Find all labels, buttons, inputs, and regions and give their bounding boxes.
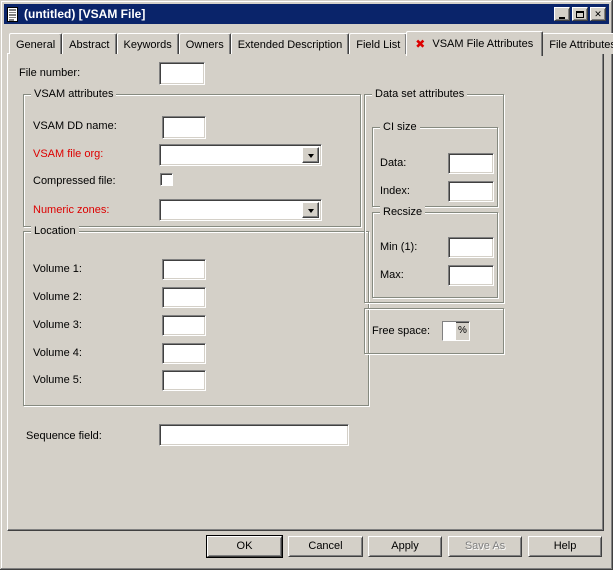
ci-size-group-title: CI size [380,121,420,134]
help-button[interactable]: Help [528,536,602,557]
location-group: Location Volume 1: Volume 2: Volume 3: V… [23,231,369,406]
vsam-file-org-dropdown-button[interactable] [302,147,319,163]
file-number-input[interactable] [159,62,205,85]
chevron-down-icon [308,154,314,158]
ci-size-index-label: Index: [380,185,410,198]
tab-extended-description-label: Extended Description [238,39,343,51]
tab-bar: General Abstract Keywords Owners Extende… [9,29,613,54]
volume-5-input[interactable] [162,370,206,391]
volume-4-label: Volume 4: [33,347,82,360]
tab-page-vsam-file-attributes: File number: VSAM attributes VSAM DD nam… [7,53,604,531]
sequence-field-label: Sequence field: [26,430,102,443]
numeric-zones-combobox[interactable] [159,199,322,221]
tab-owners-label: Owners [186,39,224,51]
recsize-group-title: Recsize [380,206,425,219]
maximize-button[interactable] [572,7,588,21]
titlebar[interactable]: (untitled) [VSAM File] ✕ [4,4,609,24]
red-x-icon: ✖ [415,39,425,49]
window-controls: ✕ [552,7,606,21]
free-space-frame: Free space: % [364,308,504,354]
ci-size-index-input[interactable] [448,181,494,202]
compressed-file-label: Compressed file: [33,175,116,188]
tab-abstract-label: Abstract [69,39,109,51]
tab-file-attributes[interactable]: File Attributes [542,33,613,54]
tab-vsam-file-attributes-label: VSAM File Attributes [432,38,533,50]
tab-field-list-label: Field List [356,39,400,51]
vsam-file-org-combobox[interactable] [159,144,322,166]
location-group-title: Location [31,225,79,238]
tab-file-attributes-label: File Attributes [549,39,613,51]
chevron-down-icon [308,209,314,213]
save-as-button: Save As [448,536,522,557]
minimize-icon [559,17,565,19]
volume-2-label: Volume 2: [33,291,82,304]
volume-3-input[interactable] [162,315,206,336]
volume-1-input[interactable] [162,259,206,280]
recsize-group: Recsize Min (1): Max: [372,212,498,298]
sequence-field-input[interactable] [159,424,349,446]
volume-4-input[interactable] [162,343,206,364]
tab-vsam-file-attributes[interactable]: ✖ VSAM File Attributes [406,31,543,56]
tab-keywords[interactable]: Keywords [117,33,179,54]
apply-button[interactable]: Apply [368,536,442,557]
volume-2-input[interactable] [162,287,206,308]
data-set-attributes-group-title: Data set attributes [372,88,467,101]
recsize-min-input[interactable] [448,237,494,258]
vsam-dd-name-input[interactable] [162,116,206,139]
file-number-label: File number: [19,67,80,80]
vsam-attributes-group-title: VSAM attributes [31,88,116,101]
recsize-max-label: Max: [380,269,404,282]
ci-size-group: CI size Data: Index: [372,127,498,207]
tab-extended-description[interactable]: Extended Description [231,33,350,54]
dialog-window: (untitled) [VSAM File] ✕ File number: VS… [0,0,613,570]
vsam-dd-name-label: VSAM DD name: [33,120,117,133]
maximize-icon [576,11,584,18]
tab-general[interactable]: General [9,33,62,54]
ci-size-data-label: Data: [380,157,406,170]
vsam-file-org-label: VSAM file org: [33,148,103,161]
compressed-file-checkbox[interactable] [160,173,173,186]
ok-button[interactable]: OK [207,536,282,557]
volume-1-label: Volume 1: [33,263,82,276]
close-icon: ✕ [594,10,602,19]
tab-general-label: General [16,39,55,51]
volume-3-label: Volume 3: [33,319,82,332]
minimize-button[interactable] [554,7,570,21]
ci-size-data-input[interactable] [448,153,494,174]
close-button[interactable]: ✕ [590,7,606,21]
recsize-min-label: Min (1): [380,241,417,254]
recsize-max-input[interactable] [448,265,494,286]
data-set-attributes-group: Data set attributes CI size Data: Index:… [364,94,504,303]
window-title: (untitled) [VSAM File] [24,7,552,21]
volume-5-label: Volume 5: [33,374,82,387]
cancel-button[interactable]: Cancel [288,536,363,557]
tab-owners[interactable]: Owners [179,33,231,54]
vsam-attributes-group: VSAM attributes VSAM DD name: VSAM file … [23,94,361,227]
document-icon [7,7,20,22]
tab-keywords-label: Keywords [124,39,172,51]
percent-suffix: % [456,322,469,340]
free-space-value [443,322,456,340]
tab-field-list[interactable]: Field List [349,33,407,54]
free-space-input[interactable]: % [442,321,470,341]
numeric-zones-dropdown-button[interactable] [302,202,319,218]
numeric-zones-label: Numeric zones: [33,204,109,217]
tab-abstract[interactable]: Abstract [62,33,116,54]
free-space-label: Free space: [372,325,430,338]
